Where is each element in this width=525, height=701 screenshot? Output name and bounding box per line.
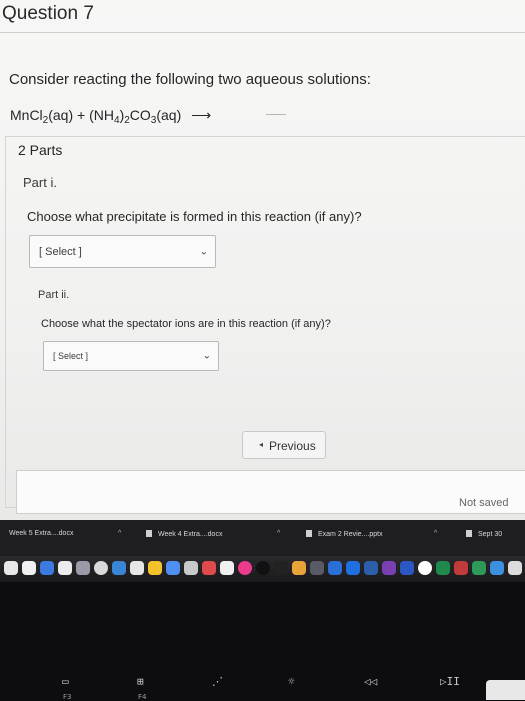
app-icon[interactable] (22, 561, 36, 575)
play-pause-icon[interactable]: ▷II (440, 675, 460, 688)
download-item[interactable]: Exam 2 Revie....pptx (306, 530, 383, 538)
app-icon[interactable] (382, 561, 396, 575)
launchpad-icon[interactable]: ⊞ (137, 675, 144, 688)
keyboard-dim-icon[interactable]: ⋰ (212, 675, 223, 688)
part-2-label: Part ii. (38, 289, 70, 301)
download-item[interactable]: Week 4 Extra....docx (146, 530, 222, 538)
app-icon[interactable] (292, 561, 306, 575)
part-1-question: Choose what precipitate is formed in thi… (27, 209, 362, 224)
app-icon[interactable] (472, 561, 486, 575)
save-status: Not saved (459, 497, 509, 509)
plus-sign: + (77, 107, 86, 123)
app-icon[interactable] (436, 561, 450, 575)
browser-page: Question 7 Consider reacting the followi… (0, 0, 525, 520)
keyboard-function-row: ▭ F3 ⊞ F4 ⋰ ☼ ◁◁ ▷II (0, 600, 525, 701)
part-1-label: Part i. (23, 175, 57, 190)
chrome-icon[interactable] (418, 561, 432, 575)
app-icon[interactable] (130, 561, 144, 575)
tv-icon[interactable] (274, 561, 288, 575)
triangle-left-icon: ◂ (259, 440, 264, 449)
app-icon[interactable] (220, 561, 234, 575)
part-1-select[interactable]: [ Select ] ⌄ (29, 235, 216, 268)
question-title: Question 7 (2, 3, 94, 24)
app-icon[interactable] (202, 561, 216, 575)
app-icon[interactable] (184, 561, 198, 575)
app-icon[interactable] (148, 561, 162, 575)
chevron-up-icon[interactable]: ^ (118, 530, 121, 537)
chevron-down-icon: ⌄ (199, 246, 208, 257)
reactant-2: (NH4)2CO3(aq) (89, 107, 182, 126)
part-2-question: Choose what the spectator ions are in th… (41, 318, 331, 330)
parts-count: 2 Parts (18, 142, 63, 158)
app-icon[interactable] (310, 561, 324, 575)
app-icon[interactable] (328, 561, 342, 575)
previous-button[interactable]: ◂ Previous (242, 431, 326, 459)
rewind-icon[interactable]: ◁◁ (364, 675, 377, 688)
previous-button-label: Previous (269, 439, 316, 453)
download-item[interactable]: Sept 30 (466, 530, 502, 538)
file-icon (146, 530, 152, 537)
file-icon (466, 530, 472, 537)
part-2-select[interactable]: [ Select ] ⌄ (43, 341, 219, 371)
part-2-select-value: [ Select ] (53, 351, 89, 361)
part-1-select-value: [ Select ] (39, 245, 82, 258)
app-icon[interactable] (364, 561, 378, 575)
app-icon[interactable] (112, 561, 126, 575)
app-icon[interactable] (454, 561, 468, 575)
downloads-shelf: Week 5 Extra....docx ^ Week 4 Extra....d… (0, 520, 525, 558)
chevron-up-icon[interactable]: ^ (434, 530, 437, 537)
footer-bar (16, 470, 525, 514)
app-icon[interactable] (400, 561, 414, 575)
title-divider (0, 32, 525, 33)
app-icon[interactable] (40, 561, 54, 575)
app-icon[interactable] (94, 561, 108, 575)
download-item[interactable]: Week 5 Extra....docx (9, 530, 73, 537)
key-cap (486, 680, 525, 700)
finder-icon[interactable] (4, 561, 18, 575)
app-icon[interactable] (76, 561, 90, 575)
reactant-1: MnCl2(aq) (10, 107, 74, 126)
chevron-up-icon[interactable]: ^ (277, 530, 280, 537)
keyboard-bright-icon[interactable]: ☼ (288, 675, 295, 688)
dash-mark (266, 114, 286, 115)
app-icon[interactable] (256, 561, 270, 575)
app-icon[interactable] (508, 561, 522, 575)
chevron-down-icon: ⌄ (202, 350, 211, 362)
question-prompt: Consider reacting the following two aque… (9, 71, 371, 88)
app-icon[interactable] (58, 561, 72, 575)
app-icon[interactable] (238, 561, 252, 575)
app-icon[interactable] (166, 561, 180, 575)
reaction-equation: MnCl2(aq) + (NH4)2CO3(aq) ⟶ (10, 107, 211, 126)
file-icon (306, 530, 312, 537)
app-icon[interactable] (346, 561, 360, 575)
mission-control-icon[interactable]: ▭ (62, 675, 69, 688)
app-icon[interactable] (490, 561, 504, 575)
reaction-arrow-icon: ⟶ (191, 107, 212, 123)
app-dock (0, 556, 525, 582)
